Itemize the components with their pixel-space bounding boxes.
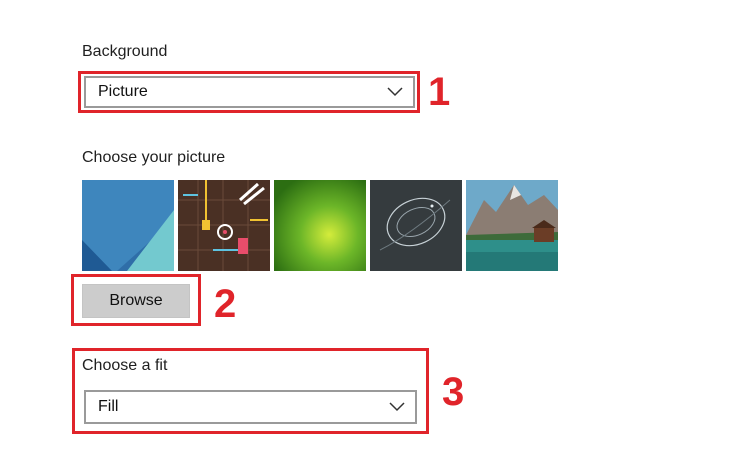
fit-dropdown-value: Fill bbox=[98, 398, 119, 415]
choose-picture-label: Choose your picture bbox=[82, 149, 226, 166]
picture-thumbnail-2[interactable] bbox=[178, 180, 270, 271]
picture-thumbnail-4[interactable] bbox=[370, 180, 462, 271]
picture-thumbnail-3[interactable] bbox=[274, 180, 366, 271]
callout-box-1 bbox=[78, 71, 420, 113]
chevron-down-icon bbox=[389, 402, 405, 412]
choose-fit-label: Choose a fit bbox=[82, 357, 168, 374]
callout-number-1: 1 bbox=[428, 70, 451, 114]
fit-dropdown[interactable]: Fill bbox=[84, 390, 417, 424]
callout-box-2 bbox=[71, 274, 201, 326]
background-label: Background bbox=[82, 43, 168, 60]
callout-number-2: 2 bbox=[214, 282, 237, 326]
picture-thumbnail-5[interactable] bbox=[466, 180, 558, 271]
callout-number-3: 3 bbox=[442, 370, 465, 414]
picture-thumbnail-1[interactable] bbox=[82, 180, 174, 271]
